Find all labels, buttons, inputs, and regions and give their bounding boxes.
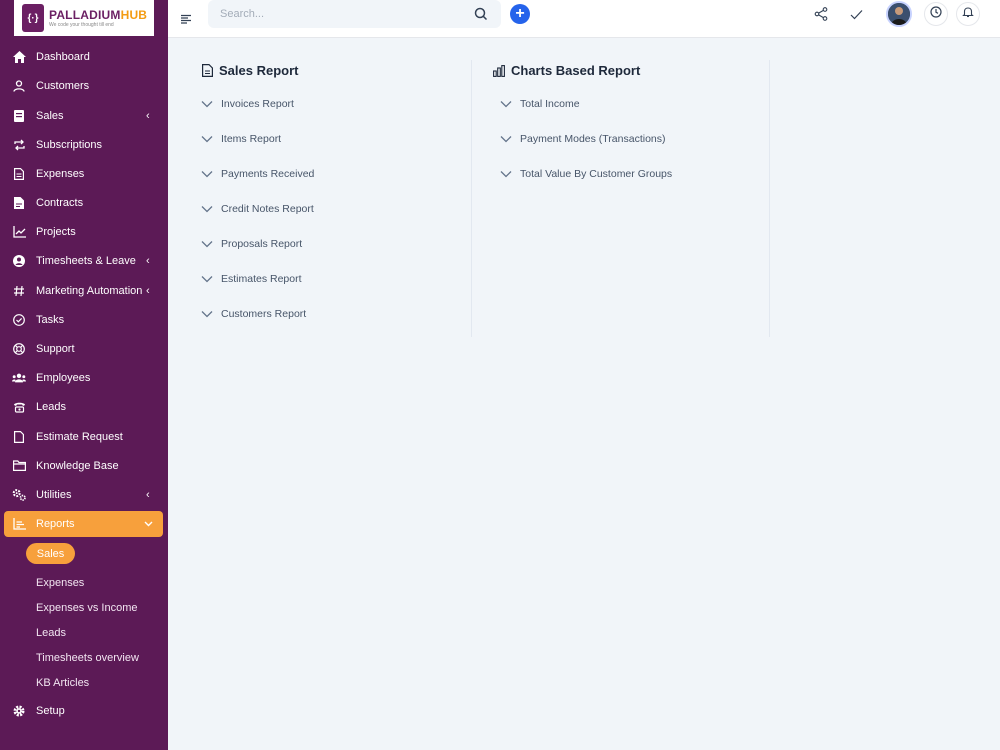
sales-report-title: Sales Report — [219, 63, 299, 78]
chevron-left-icon: ‹ — [146, 284, 150, 297]
check-circle-icon — [12, 313, 26, 327]
payment-modes-link[interactable]: Payment Modes (Transactions) — [500, 133, 666, 145]
sidebar-item-expenses[interactable]: Expenses — [0, 159, 168, 188]
brand-logo[interactable]: {·} PALLADIUMHUB We code your thought ti… — [14, 0, 154, 36]
sidebar-item-dashboard[interactable]: Dashboard — [0, 42, 168, 71]
menu-toggle-icon[interactable] — [181, 11, 191, 24]
user-icon — [12, 79, 26, 93]
sidebar-item-tasks[interactable]: Tasks — [0, 305, 168, 334]
cogs-icon — [12, 488, 26, 502]
repeat-icon — [12, 138, 26, 152]
contract-icon — [12, 196, 26, 210]
folder-icon — [12, 459, 26, 473]
home-icon — [12, 50, 26, 64]
quick-add-button[interactable]: + — [510, 4, 530, 24]
file-text-icon — [12, 167, 26, 181]
sidebar-item-contracts[interactable]: Contracts — [0, 188, 168, 217]
chevron-left-icon: ‹ — [146, 254, 150, 267]
search-bar[interactable]: Search... — [208, 0, 501, 28]
chevron-down-icon — [500, 171, 512, 178]
payments-received-link[interactable]: Payments Received — [201, 168, 314, 180]
timer-button[interactable] — [924, 2, 948, 26]
submenu-item-leads[interactable]: Leads — [36, 627, 66, 639]
proposals-report-link[interactable]: Proposals Report — [201, 238, 302, 250]
clock-icon — [930, 5, 942, 23]
estimates-report-link[interactable]: Estimates Report — [201, 273, 302, 285]
chevron-down-icon — [201, 171, 213, 178]
sidebar-item-marketing-automation[interactable]: Marketing Automation ‹ — [0, 276, 168, 305]
invoices-report-link[interactable]: Invoices Report — [201, 98, 294, 110]
bell-icon — [962, 5, 974, 23]
bar-chart-icon — [493, 64, 505, 77]
submenu-item-expenses-vs-income[interactable]: Expenses vs Income — [36, 602, 138, 614]
document-icon — [202, 64, 213, 77]
chevron-down-icon — [500, 101, 512, 108]
total-value-customer-groups-link[interactable]: Total Value By Customer Groups — [500, 168, 672, 180]
sidebar-item-leads[interactable]: Leads — [0, 392, 168, 421]
chevron-down-icon — [500, 136, 512, 143]
chart-area-icon — [12, 517, 26, 531]
chevron-down-icon — [201, 311, 213, 318]
sidebar-item-employees[interactable]: Employees — [0, 363, 168, 392]
items-report-link[interactable]: Items Report — [201, 133, 281, 145]
submenu-item-expenses[interactable]: Expenses — [36, 577, 84, 589]
sidebar-item-sales[interactable]: Sales ‹ — [0, 101, 168, 130]
sidebar: {·} PALLADIUMHUB We code your thought ti… — [0, 0, 168, 750]
logo-mark: {·} — [22, 4, 44, 32]
chevron-down-icon — [201, 276, 213, 283]
chevron-down-icon — [201, 136, 213, 143]
logo-title-part2: HUB — [120, 7, 148, 22]
sales-report-heading: Sales Report — [202, 63, 298, 78]
chevron-down-icon — [201, 241, 213, 248]
chevron-down-icon — [201, 101, 213, 108]
user-circle-icon — [12, 254, 26, 268]
hash-icon — [12, 284, 26, 298]
charts-report-title: Charts Based Report — [511, 63, 641, 78]
charts-report-heading: Charts Based Report — [493, 63, 640, 78]
check-icon[interactable] — [847, 5, 865, 23]
users-icon — [12, 371, 26, 385]
total-income-link[interactable]: Total Income — [500, 98, 580, 110]
sidebar-item-support[interactable]: Support — [0, 334, 168, 363]
sidebar-item-customers[interactable]: Customers — [0, 71, 168, 100]
sidebar-item-subscriptions[interactable]: Subscriptions — [0, 130, 168, 159]
sidebar-item-estimate-request[interactable]: Estimate Request — [0, 422, 168, 451]
notifications-button[interactable] — [956, 2, 980, 26]
column-divider — [471, 60, 472, 337]
sidebar-item-knowledge-base[interactable]: Knowledge Base — [0, 451, 168, 480]
submenu-item-kb-articles[interactable]: KB Articles — [36, 677, 89, 689]
credit-notes-report-link[interactable]: Credit Notes Report — [201, 203, 314, 215]
sidebar-item-projects[interactable]: Projects — [0, 217, 168, 246]
chevron-left-icon: ‹ — [146, 109, 150, 122]
file-icon — [12, 430, 26, 444]
chart-line-icon — [12, 225, 26, 239]
logo-tagline: We code your thought till end — [49, 21, 114, 28]
submenu-item-timesheets-overview[interactable]: Timesheets overview — [36, 652, 139, 664]
top-bar: Search... + — [168, 0, 1000, 38]
sidebar-item-reports[interactable]: Reports — [4, 511, 163, 537]
user-avatar[interactable] — [886, 1, 912, 27]
search-input[interactable]: Search... — [220, 8, 264, 20]
column-divider — [769, 60, 770, 337]
logo-title-part1: PALLADIUM — [49, 7, 121, 22]
chevron-down-icon — [144, 518, 153, 530]
receipt-icon — [12, 109, 26, 123]
phone-icon — [12, 400, 26, 414]
sidebar-item-utilities[interactable]: Utilities ‹ — [0, 480, 168, 509]
sidebar-item-timesheets[interactable]: Timesheets & Leave ‹ — [0, 246, 168, 275]
share-icon[interactable] — [812, 5, 830, 23]
lifebuoy-icon — [12, 342, 26, 356]
gear-icon — [12, 704, 26, 718]
chevron-down-icon — [201, 206, 213, 213]
chevron-left-icon: ‹ — [146, 488, 150, 501]
sidebar-item-setup[interactable]: Setup — [0, 696, 168, 725]
search-icon[interactable] — [473, 6, 489, 22]
customers-report-link[interactable]: Customers Report — [201, 308, 306, 320]
submenu-item-sales[interactable]: Sales — [26, 543, 75, 564]
